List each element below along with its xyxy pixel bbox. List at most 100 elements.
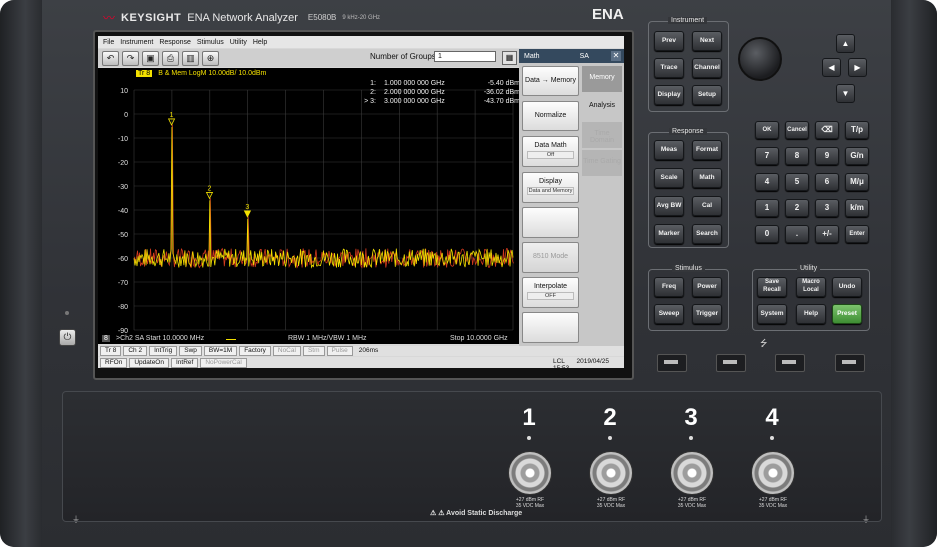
status-item[interactable]: UpdateOn xyxy=(129,357,169,368)
numpad-key[interactable]: 7 xyxy=(755,147,779,165)
numpad-key[interactable]: 2 xyxy=(785,199,809,217)
status-item[interactable]: Tr 8 xyxy=(100,346,122,356)
numpad-key[interactable]: 3 xyxy=(815,199,839,217)
tab-3[interactable]: Time Domain xyxy=(582,122,622,148)
instrument-prev-button[interactable]: Prev xyxy=(654,31,684,51)
softkey-4[interactable]: Display Data and Memory xyxy=(522,172,579,203)
stimulus-sweep-button[interactable]: Sweep xyxy=(654,304,684,324)
response-meas-button[interactable]: Meas xyxy=(654,140,684,160)
response-math-button[interactable]: Math xyxy=(692,168,722,188)
numpad-key[interactable]: T/p xyxy=(845,121,869,139)
numpad-key[interactable]: G/n xyxy=(845,147,869,165)
status-item[interactable]: 206ms xyxy=(355,347,383,355)
port-1-connector[interactable] xyxy=(508,451,552,495)
response-scale-button[interactable]: Scale xyxy=(654,168,684,188)
softkey-8[interactable] xyxy=(522,312,579,343)
print-icon[interactable]: ⎙ xyxy=(162,50,179,66)
response-avg-bw-button[interactable]: Avg BW xyxy=(654,196,684,216)
status-item[interactable]: Pulse xyxy=(326,346,353,356)
numpad-key[interactable]: Cancel xyxy=(785,121,809,139)
instrument-channel-button[interactable]: Channel xyxy=(692,58,722,78)
save-icon[interactable]: ▣ xyxy=(142,50,159,66)
numpad-key[interactable]: ⌫ xyxy=(815,121,839,139)
trace-label[interactable]: Tr 8 xyxy=(136,70,153,77)
numpad-key[interactable]: 1 xyxy=(755,199,779,217)
status-item[interactable]: BW=1M xyxy=(203,346,238,356)
marker-row-1: 1: 1.000 000 000 GHz -5.40 dBm xyxy=(370,80,520,87)
status-item[interactable]: Swp xyxy=(179,346,202,356)
right-arrow-icon[interactable]: ▶ xyxy=(848,58,867,77)
softkey-5[interactable] xyxy=(522,207,579,238)
status-item[interactable]: IntTrig xyxy=(149,346,178,356)
groups-input[interactable]: 1 xyxy=(434,51,496,62)
stimulus-power-button[interactable]: Power xyxy=(692,277,722,297)
tab-2[interactable]: Analysis xyxy=(582,94,622,120)
numpad-key[interactable]: Enter xyxy=(845,225,869,243)
down-arrow-icon[interactable]: ▼ xyxy=(836,84,855,103)
numpad-key[interactable]: +/- xyxy=(815,225,839,243)
trace-plot[interactable]: 10 0 -10 -20 -30 -40 -50 -60 -70 -80 -90 123 Tr 8 … xyxy=(98,68,520,334)
tab-4[interactable]: Time Gating xyxy=(582,150,622,176)
close-icon[interactable]: ✕ xyxy=(611,51,621,61)
keyboard-icon[interactable]: ▦ xyxy=(502,51,517,65)
softkey-7[interactable]: Interpolate OFF xyxy=(522,277,579,308)
stimulus-freq-button[interactable]: Freq xyxy=(654,277,684,297)
menu-file[interactable]: File xyxy=(103,39,114,46)
status-item[interactable]: Ch 2 xyxy=(123,346,148,356)
numpad-key[interactable]: k/m xyxy=(845,199,869,217)
status-item[interactable]: IntRef xyxy=(170,357,199,368)
instrument-display-button[interactable]: Display xyxy=(654,85,684,105)
status-item[interactable]: NoCal xyxy=(272,346,301,356)
softkey-panel: Math SA ✕ Data → Memory Normalize Data Mat… xyxy=(519,49,624,346)
status-item[interactable]: Factory xyxy=(239,346,271,356)
menu-response[interactable]: Response xyxy=(159,39,191,46)
system-button[interactable]: System xyxy=(757,304,787,324)
menu-instrument[interactable]: Instrument xyxy=(120,39,153,46)
status-item[interactable]: RFOn xyxy=(100,357,128,368)
numpad-key[interactable]: M/μ xyxy=(845,173,869,191)
port-3-connector[interactable] xyxy=(670,451,714,495)
rotary-knob[interactable] xyxy=(738,37,782,81)
help-button[interactable]: Help xyxy=(796,304,826,324)
numpad-key[interactable]: 9 xyxy=(815,147,839,165)
response-cal-button[interactable]: Cal xyxy=(692,196,722,216)
status-item[interactable]: NoPowerCal xyxy=(200,357,247,368)
numpad-key[interactable]: 8 xyxy=(785,147,809,165)
power-button[interactable]: ⏻ xyxy=(59,329,76,346)
numpad-key[interactable]: OK xyxy=(755,121,779,139)
macro-local-button[interactable]: Macro Local xyxy=(796,277,826,297)
left-arrow-icon[interactable]: ◀ xyxy=(822,58,841,77)
numpad-key[interactable]: 5 xyxy=(785,173,809,191)
numpad-key[interactable]: 6 xyxy=(815,173,839,191)
numpad-key[interactable]: 4 xyxy=(755,173,779,191)
channel-number[interactable]: 8 xyxy=(102,335,110,342)
delete-icon[interactable]: ▥ xyxy=(182,50,199,66)
tab-1[interactable]: Memory xyxy=(582,66,622,92)
undo-icon[interactable]: ↶ xyxy=(102,50,119,66)
response-format-button[interactable]: Format xyxy=(692,140,722,160)
up-arrow-icon[interactable]: ▲ xyxy=(836,34,855,53)
response-search-button[interactable]: Search xyxy=(692,224,722,244)
status-item[interactable]: Stm xyxy=(302,346,325,356)
port-2-connector[interactable] xyxy=(589,451,633,495)
menu-help[interactable]: Help xyxy=(253,39,267,46)
numpad-key[interactable]: . xyxy=(785,225,809,243)
stimulus-trigger-button[interactable]: Trigger xyxy=(692,304,722,324)
port-4-connector[interactable] xyxy=(751,451,795,495)
instrument-next-button[interactable]: Next xyxy=(692,31,722,51)
softkey-3[interactable]: Data Math Off xyxy=(522,136,579,167)
softkey-2[interactable]: Normalize xyxy=(522,101,579,131)
softkey-1[interactable]: Data → Memory xyxy=(522,66,579,96)
redo-icon[interactable]: ↷ xyxy=(122,50,139,66)
zoom-icon[interactable]: ⊕ xyxy=(202,50,219,66)
numpad-key[interactable]: 0 xyxy=(755,225,779,243)
response-marker-button[interactable]: Marker xyxy=(654,224,684,244)
save-recall-button[interactable]: Save Recall xyxy=(757,277,787,297)
menu-utility[interactable]: Utility xyxy=(230,39,247,46)
softkey-6[interactable]: 8510 Mode xyxy=(522,242,579,273)
undo-button[interactable]: Undo xyxy=(832,277,862,297)
instrument-trace-button[interactable]: Trace xyxy=(654,58,684,78)
instrument-setup-button[interactable]: Setup xyxy=(692,85,722,105)
preset-button[interactable]: Preset xyxy=(832,304,862,324)
menu-stimulus[interactable]: Stimulus xyxy=(197,39,224,46)
